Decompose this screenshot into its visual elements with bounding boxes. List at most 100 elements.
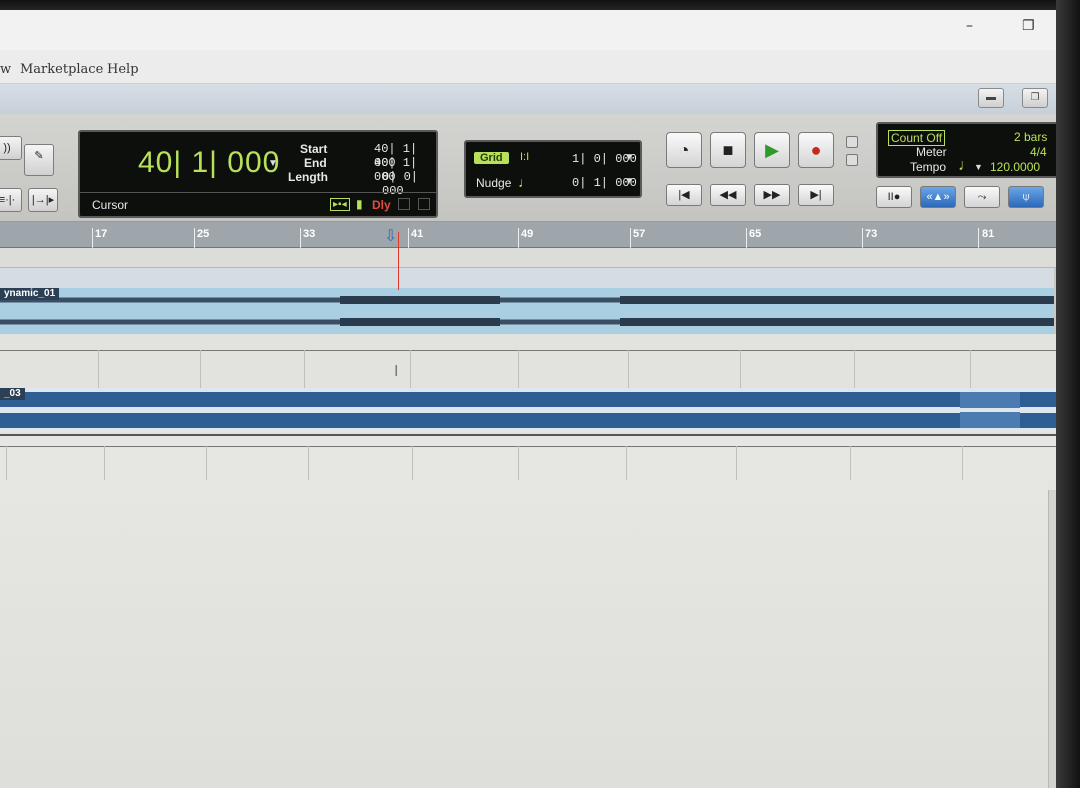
link-timeline-button[interactable]: |→|▸ xyxy=(28,188,58,212)
empty-lane[interactable] xyxy=(0,436,1062,480)
minimize-button[interactable]: – xyxy=(966,18,973,34)
note-value-icon[interactable]: ♩ xyxy=(518,174,532,190)
audio-clip[interactable]: ynamic_01 xyxy=(0,288,1062,334)
pencil-tool-icon[interactable]: ✎ xyxy=(24,144,54,176)
length-value[interactable]: 0| 0| 000 xyxy=(382,170,436,198)
playhead-marker-icon[interactable]: ⇩ xyxy=(384,226,397,246)
edit-toolbar: )) ✎ ≡·|· |→|▸ 40| 1| 000 ▼ Start 40| 1|… xyxy=(0,114,1062,222)
grid-line xyxy=(628,350,629,388)
wait-for-note-button[interactable]: II● xyxy=(876,186,912,208)
midi-merge-button[interactable]: ⤳ xyxy=(964,186,1000,208)
audio-clip[interactable]: _03 xyxy=(0,388,1056,432)
grid-line xyxy=(304,350,305,388)
count-off-button[interactable]: Count Off xyxy=(888,130,946,146)
main-counter-display: 40| 1| 000 ▼ Start 40| 1| 000 End 40| 1|… xyxy=(78,130,438,218)
monitor-bezel-right xyxy=(1056,0,1080,788)
grid-button[interactable]: Grid xyxy=(474,152,509,164)
meter-value[interactable]: 4/4 xyxy=(1030,145,1047,159)
bar-number: 81 xyxy=(982,228,995,240)
waveform xyxy=(0,392,1056,428)
fast-forward-button[interactable]: ▶▶ xyxy=(754,184,790,206)
restore-button[interactable]: ❐ xyxy=(1022,18,1035,34)
online-icon[interactable]: ◔ xyxy=(666,132,702,168)
marker-ruler[interactable] xyxy=(0,248,1062,268)
memory-slot-icon[interactable] xyxy=(418,198,430,210)
pre-post-roll-icon[interactable]: ▸▪◂ xyxy=(330,198,350,211)
tab-to-transient-button[interactable]: ≡·|· xyxy=(0,188,22,212)
grid-line xyxy=(518,446,519,480)
lane-divider xyxy=(0,350,1062,351)
metronome-button[interactable]: «▲» xyxy=(920,186,956,208)
play-button[interactable]: ▶ xyxy=(754,132,790,168)
bar-number: 41 xyxy=(411,228,424,240)
bar-number: 73 xyxy=(865,228,878,240)
counter-dropdown-icon[interactable]: ▼ xyxy=(268,158,278,169)
go-to-end-button[interactable]: ▶| xyxy=(798,184,834,206)
tempo-value[interactable]: 120.0000 xyxy=(990,160,1040,174)
grid-line xyxy=(626,446,627,480)
menu-help[interactable]: Help xyxy=(107,62,139,77)
bar-tick xyxy=(978,228,979,248)
bar-tick xyxy=(862,228,863,248)
stop-button[interactable]: ■ xyxy=(710,132,746,168)
main-counter[interactable]: 40| 1| 000 xyxy=(138,146,280,180)
return-to-zero-button[interactable]: |◀ xyxy=(666,184,702,206)
nudge-dropdown-icon[interactable]: ▼ xyxy=(624,176,634,187)
menu-marketplace[interactable]: Marketplace xyxy=(20,62,103,77)
grid-line xyxy=(518,350,519,388)
link-icon[interactable]: ▮ xyxy=(356,197,363,211)
loop-indicator[interactable] xyxy=(846,136,858,148)
screen: – ❐ w Marketplace Help ▬ ❐ × )) ✎ ≡·|· |… xyxy=(0,10,1062,788)
bar-tick xyxy=(300,228,301,248)
menu-fragment[interactable]: w xyxy=(0,62,11,77)
grid-line xyxy=(104,446,105,480)
trim-tool-button[interactable]: )) xyxy=(0,136,22,160)
grid-line xyxy=(970,350,971,388)
audio-track-2[interactable]: _03 xyxy=(0,388,1062,436)
quick-punch-indicator[interactable] xyxy=(846,154,858,166)
edit-window-maximize-button[interactable]: ❐ xyxy=(1022,88,1048,108)
bar-tick xyxy=(92,228,93,248)
bars-beats-ruler[interactable]: 17 25 33 41 49 57 65 73 81 ⇩ xyxy=(0,222,1062,248)
os-title-bar: – ❐ xyxy=(0,10,1062,50)
grid-line xyxy=(410,350,411,388)
bar-number: 57 xyxy=(633,228,646,240)
edit-window-chrome: ▬ ❐ × xyxy=(0,84,1062,116)
nudge-label: Nudge xyxy=(476,176,512,190)
delay-label[interactable]: Dly xyxy=(372,198,391,212)
grid-line xyxy=(854,350,855,388)
audio-track-1[interactable]: ynamic_01 xyxy=(0,268,1062,334)
tempo-dropdown-icon[interactable]: ▼ xyxy=(974,162,983,172)
grid-nudge-display: Grid I:I 1| 0| 000 ▼ Nudge ♩ 0| 1| 000 ▼ xyxy=(464,140,642,198)
clip-name[interactable]: ynamic_01 xyxy=(0,288,60,300)
grid-line xyxy=(308,446,309,480)
waveform xyxy=(0,296,1062,326)
empty-track-area[interactable] xyxy=(0,480,1048,788)
menu-bar: w Marketplace Help xyxy=(0,50,1062,84)
record-button[interactable]: ● xyxy=(798,132,834,168)
memory-slot-icon[interactable] xyxy=(398,198,410,210)
empty-lane[interactable] xyxy=(0,334,1062,388)
bar-tick xyxy=(194,228,195,248)
conductor-button[interactable]: ⍦ xyxy=(1008,186,1044,208)
counter-divider xyxy=(80,192,436,193)
edit-window-minimize-button[interactable]: ▬ xyxy=(978,88,1004,108)
end-label: End xyxy=(304,156,327,170)
grid-mode-icon[interactable]: I:I xyxy=(520,151,529,163)
rewind-button[interactable]: ◀◀ xyxy=(710,184,746,206)
clip-name[interactable]: _03 xyxy=(0,388,25,400)
bar-tick xyxy=(518,228,519,248)
bar-tick xyxy=(630,228,631,248)
playhead-line xyxy=(398,232,399,290)
grid-dropdown-icon[interactable]: ▼ xyxy=(624,152,634,163)
tempo-meter-display: Count Off 2 bars Meter 4/4 Tempo ♩ ▼ 120… xyxy=(876,122,1060,178)
count-off-bars[interactable]: 2 bars xyxy=(1014,130,1047,144)
tempo-note-icon[interactable]: ♩ xyxy=(958,157,974,175)
bar-number: 17 xyxy=(95,228,108,240)
grid-line xyxy=(736,446,737,480)
bar-number: 33 xyxy=(303,228,316,240)
grid-line xyxy=(740,350,741,388)
bar-tick xyxy=(408,228,409,248)
meter-label: Meter xyxy=(916,145,947,159)
bar-number: 25 xyxy=(197,228,210,240)
